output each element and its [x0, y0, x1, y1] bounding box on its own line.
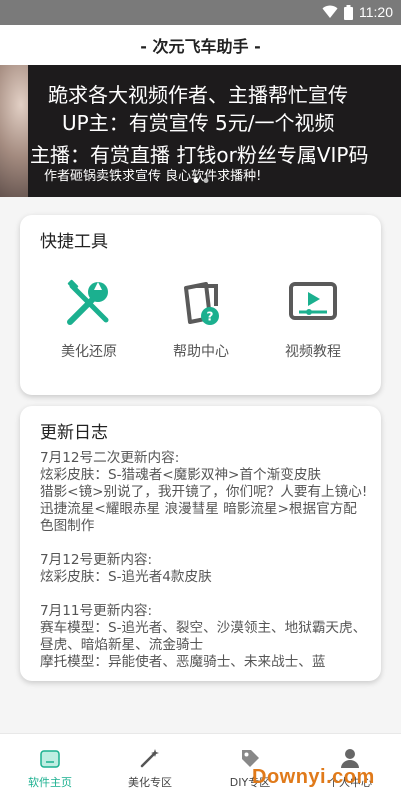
home-icon: [0, 744, 100, 772]
nav-label: 软件主页: [28, 776, 72, 789]
log-paragraph: 7月11号更新内容: 赛车模型：S-追光者、裂空、沙漠领主、地狱霸天虎、昼虎、暗…: [40, 603, 367, 670]
banner-line-4: 作者砸锅卖铁求宣传 良心软件求播种!: [44, 169, 262, 184]
banner-line-2: UP主：有赏宣传 5元/一个视频: [62, 111, 335, 135]
video-play-icon: [283, 273, 343, 333]
tool-label: 视频教程: [285, 344, 341, 360]
tool-label: 帮助中心: [173, 344, 229, 360]
status-time: 11:20: [359, 4, 393, 20]
tool-restore-beautify[interactable]: 美化还原: [44, 273, 134, 361]
svg-text:?: ?: [207, 310, 214, 324]
quick-tools-card: 快捷工具 美化还原 ? 帮助中心 视频教程: [20, 215, 381, 395]
help-document-icon: ?: [171, 273, 231, 333]
pager-dot[interactable]: [193, 178, 198, 183]
log-paragraph: 7月12号二次更新内容: 炫彩皮肤：S-猎魂者<魔影双神>首个渐变皮肤 猎影<镜…: [40, 450, 368, 534]
log-paragraph: 7月12号更新内容: 炫彩皮肤：S-追光者4款皮肤: [40, 552, 212, 585]
quick-tools-title: 快捷工具: [40, 232, 108, 252]
magic-wand-icon: [100, 744, 200, 772]
status-bar: 11:20: [0, 0, 401, 25]
watermark-text: Downyi.com: [252, 766, 375, 788]
banner-pager-dots: [193, 178, 208, 183]
app-header: - 次元飞车助手 -: [0, 25, 401, 65]
banner-line-1: 跪求各大视频作者、主播帮忙宣传: [48, 83, 348, 107]
update-log-card[interactable]: 更新日志 7月12号二次更新内容: 炫彩皮肤：S-猎魂者<魔影双神>首个渐变皮肤…: [20, 406, 381, 681]
update-log-title: 更新日志: [40, 423, 108, 443]
update-log-content: 7月12号二次更新内容: 炫彩皮肤：S-猎魂者<魔影双神>首个渐变皮肤 猎影<镜…: [40, 450, 370, 681]
nav-item-home[interactable]: 软件主页: [0, 744, 100, 790]
nav-label: 美化专区: [128, 776, 172, 789]
wifi-icon: [322, 5, 338, 18]
watermark-logo: Downyi.com: [252, 766, 375, 789]
banner-line-3: 主播：有赏直播 打钱or粉丝专属VIP码: [30, 143, 369, 167]
app-title: - 次元飞车助手 -: [140, 37, 261, 56]
tool-video-tutorial[interactable]: 视频教程: [268, 273, 358, 361]
nav-item-beautify[interactable]: 美化专区: [100, 744, 200, 790]
pager-dot[interactable]: [203, 178, 208, 183]
tool-label: 美化还原: [61, 344, 117, 360]
promo-banner[interactable]: 跪求各大视频作者、主播帮忙宣传 UP主：有赏宣传 5元/一个视频 主播：有赏直播…: [0, 65, 401, 197]
tool-help-center[interactable]: ? 帮助中心: [156, 273, 246, 361]
wrench-screwdriver-icon: [59, 273, 119, 333]
battery-icon: [344, 4, 353, 20]
